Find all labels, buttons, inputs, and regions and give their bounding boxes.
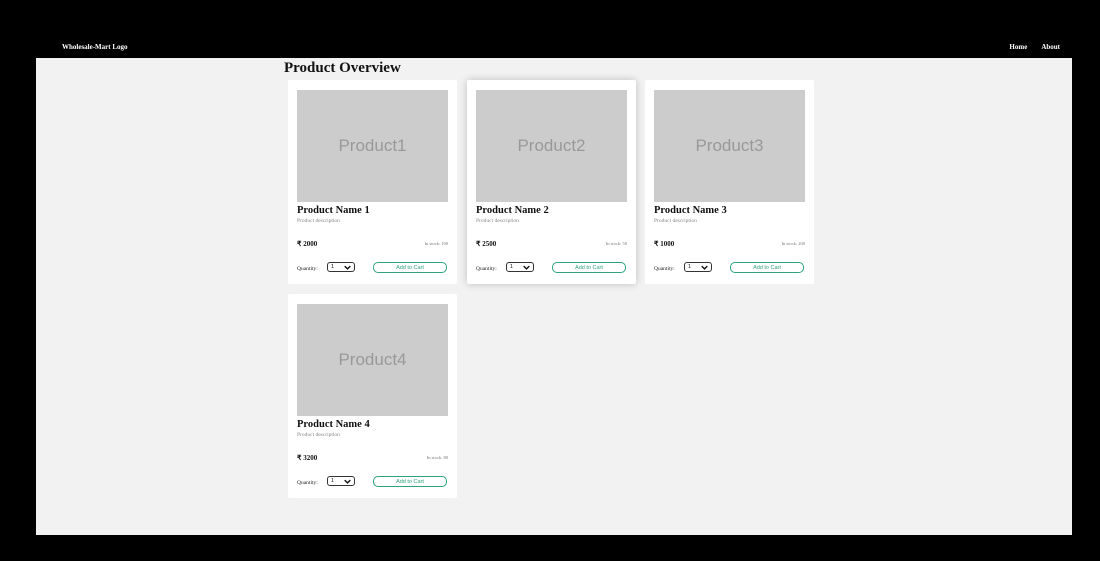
nav-links: Home About	[1009, 43, 1060, 51]
chevron-down-icon	[344, 265, 351, 270]
quantity-value: 1	[331, 478, 335, 484]
product-stock: In stock: 80	[426, 455, 448, 460]
nav-link-home[interactable]: Home	[1009, 43, 1027, 51]
product-price: ₹ 2500	[476, 240, 497, 248]
product-stock: In stock: 200	[781, 241, 806, 246]
quantity-select[interactable]: 1	[327, 476, 355, 486]
quantity-label: Quantity:	[297, 266, 318, 272]
product-image-label: Product1	[338, 136, 407, 155]
product-stock: In stock: 50	[605, 241, 627, 246]
product-card: Product1 Product Name 1 Product descript…	[288, 80, 457, 284]
product-image[interactable]: Product4	[297, 304, 448, 416]
product-card: Product2 Product Name 2 Product descript…	[467, 80, 636, 284]
add-to-cart-button[interactable]: Add to Cart	[730, 262, 804, 273]
add-to-cart-button[interactable]: Add to Cart	[552, 262, 626, 273]
product-name: Product Name 2	[476, 205, 549, 216]
product-description: Product description	[297, 218, 340, 224]
product-stock: In stock: 100	[424, 241, 449, 246]
quantity-label: Quantity:	[654, 266, 675, 272]
quantity-label: Quantity:	[297, 480, 318, 486]
product-image[interactable]: Product1	[297, 90, 448, 202]
site-logo[interactable]: Wholesale-Mart Logo	[62, 43, 128, 51]
quantity-select[interactable]: 1	[684, 262, 712, 272]
chevron-down-icon	[523, 265, 530, 270]
product-name: Product Name 4	[297, 419, 370, 430]
add-to-cart-label: Add to Cart	[396, 478, 424, 485]
quantity-label: Quantity:	[476, 266, 497, 272]
product-description: Product description	[654, 218, 697, 224]
product-price: ₹ 2000	[297, 240, 318, 248]
add-to-cart-button[interactable]: Add to Cart	[373, 262, 447, 273]
add-to-cart-label: Add to Cart	[575, 264, 603, 271]
nav-link-about[interactable]: About	[1041, 43, 1060, 51]
product-name: Product Name 3	[654, 205, 727, 216]
product-card: Product3 Product Name 3 Product descript…	[645, 80, 814, 284]
product-description: Product description	[476, 218, 519, 224]
quantity-value: 1	[510, 264, 514, 270]
chevron-down-icon	[701, 265, 708, 270]
main-content: Product Overview Product1 Product Name 1…	[36, 58, 1072, 535]
quantity-value: 1	[331, 264, 335, 270]
add-to-cart-label: Add to Cart	[396, 264, 424, 271]
quantity-select[interactable]: 1	[327, 262, 355, 272]
navbar: Wholesale-Mart Logo Home About	[0, 36, 1100, 58]
product-price: ₹ 3200	[297, 454, 318, 462]
product-description: Product description	[297, 432, 340, 438]
product-image[interactable]: Product2	[476, 90, 627, 202]
chevron-down-icon	[344, 479, 351, 484]
product-image-label: Product2	[517, 136, 586, 155]
quantity-value: 1	[688, 264, 692, 270]
page-title: Product Overview	[284, 60, 401, 76]
add-to-cart-label: Add to Cart	[753, 264, 781, 271]
product-name: Product Name 1	[297, 205, 370, 216]
product-image-label: Product4	[338, 350, 407, 369]
product-card: Product4 Product Name 4 Product descript…	[288, 294, 457, 498]
product-image[interactable]: Product3	[654, 90, 805, 202]
product-price: ₹ 1000	[654, 240, 675, 248]
quantity-select[interactable]: 1	[506, 262, 534, 272]
product-image-label: Product3	[695, 136, 764, 155]
add-to-cart-button[interactable]: Add to Cart	[373, 476, 447, 487]
